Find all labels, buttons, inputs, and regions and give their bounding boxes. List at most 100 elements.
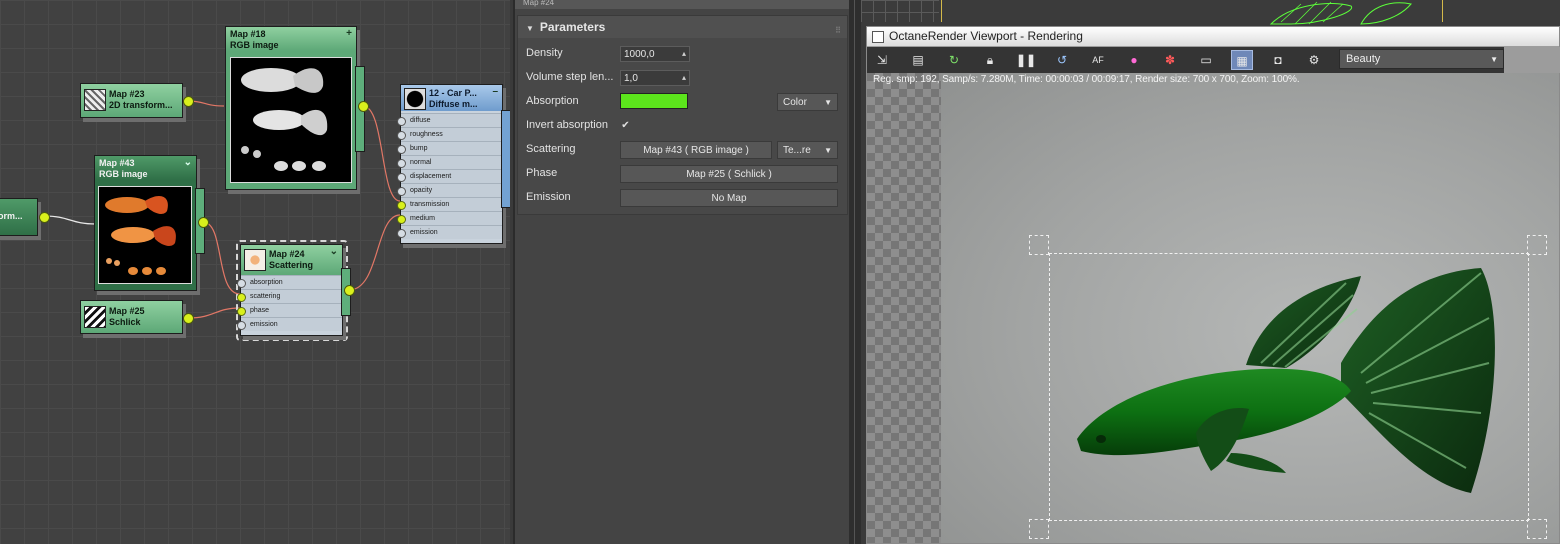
viewport-grid: [861, 0, 939, 22]
slot-scattering[interactable]: scattering: [237, 289, 342, 303]
spinner-arrows-icon[interactable]: ▴: [682, 46, 686, 62]
chevron-down-icon: ▼: [824, 146, 832, 155]
slot-phase[interactable]: phase: [237, 303, 342, 317]
fish-texture-white: [241, 68, 328, 171]
settings-icon[interactable]: ⚙: [1303, 50, 1325, 70]
density-spinner[interactable]: 1000,0 ▴: [620, 46, 690, 62]
collapse-icon[interactable]: –: [492, 86, 498, 97]
region-handle[interactable]: [1527, 519, 1547, 539]
slot-absorption[interactable]: absorption: [237, 275, 342, 289]
map-name-field[interactable]: Map #24: [515, 0, 851, 9]
absorption-color-swatch[interactable]: [620, 93, 688, 109]
export-icon[interactable]: ⇲: [871, 50, 893, 70]
restart-icon[interactable]: ↺: [1051, 50, 1073, 70]
toolbar-spacer: [1504, 47, 1560, 73]
render-pass-dropdown[interactable]: Beauty ▼: [1339, 49, 1504, 69]
node-map-18[interactable]: Map #18 RGB image +: [225, 26, 357, 190]
slot-normal[interactable]: normal: [397, 155, 502, 169]
collapse-icon[interactable]: ⌄: [330, 246, 338, 257]
node-editor[interactable]: form... Map #23 2D transform... Map #18 …: [0, 0, 510, 544]
film-icon[interactable]: ▦: [1231, 50, 1253, 70]
pause-icon[interactable]: ❚❚: [1015, 50, 1037, 70]
slot-roughness[interactable]: roughness: [397, 127, 502, 141]
output-port[interactable]: [183, 313, 194, 324]
input-port[interactable]: [397, 117, 406, 126]
node-map-23[interactable]: Map #23 2D transform...: [80, 83, 183, 118]
input-port[interactable]: [237, 321, 246, 330]
slot-medium[interactable]: medium: [397, 211, 502, 225]
absorption-mode-dropdown[interactable]: Color ▼: [777, 93, 838, 111]
camera-icon[interactable]: ◘: [1267, 50, 1289, 70]
input-port[interactable]: [237, 307, 246, 316]
region-handle[interactable]: [1527, 235, 1547, 255]
node-title: Map #24: [269, 249, 305, 259]
wire-map43-map24: [202, 221, 241, 295]
copy-icon[interactable]: ▤: [907, 50, 929, 70]
node-subtitle: RGB image: [230, 40, 279, 50]
window-title: OctaneRender Viewport - Rendering: [889, 29, 1083, 43]
region-icon[interactable]: ▭: [1195, 50, 1217, 70]
output-port[interactable]: [183, 96, 194, 107]
slot-emission[interactable]: emission: [237, 317, 342, 331]
scattering-map-button[interactable]: Map #43 ( RGB image ): [620, 141, 772, 159]
slot-opacity[interactable]: opacity: [397, 183, 502, 197]
node-title: Map #18: [230, 29, 266, 39]
output-port[interactable]: [358, 101, 369, 112]
wire-map25-map24: [187, 307, 241, 319]
octane-viewport-window[interactable]: OctaneRender Viewport - Rendering ⇲ ▤ ↻ …: [866, 26, 1560, 544]
region-handle[interactable]: [1029, 519, 1049, 539]
slot-transmission[interactable]: transmission: [397, 197, 502, 211]
spinner-arrows-icon[interactable]: ▴: [682, 70, 686, 86]
input-port[interactable]: [397, 201, 406, 210]
scattering-mode-dropdown[interactable]: Te...re ▼: [777, 141, 838, 159]
lock-icon[interactable]: 🔒︎: [979, 50, 1001, 70]
chevron-down-icon: ▼: [1490, 55, 1498, 64]
node-title: Map #23: [109, 89, 145, 99]
color-icon[interactable]: ●: [1123, 50, 1145, 70]
input-port[interactable]: [397, 159, 406, 168]
input-port[interactable]: [237, 293, 246, 302]
input-port[interactable]: [397, 173, 406, 182]
input-port[interactable]: [397, 131, 406, 140]
phase-map-button[interactable]: Map #25 ( Schlick ): [620, 165, 838, 183]
panel-splitter[interactable]: [849, 0, 861, 544]
node-transform-partial[interactable]: form...: [0, 198, 38, 236]
emission-map-button[interactable]: No Map: [620, 189, 838, 207]
node-title: Map #25: [109, 306, 145, 316]
clay-icon[interactable]: ✽: [1159, 50, 1181, 70]
label-scattering: Scattering: [526, 143, 576, 155]
output-port[interactable]: [39, 212, 50, 223]
render-area[interactable]: Reg. smp: 192, Samp/s: 7.280M, Time: 00:…: [867, 73, 1559, 543]
input-port[interactable]: [397, 187, 406, 196]
input-port[interactable]: [397, 229, 406, 238]
output-port[interactable]: [344, 285, 355, 296]
render-region-rect[interactable]: [1049, 253, 1529, 521]
node-map-24[interactable]: Map #24 Scattering ⌄ absorption scatteri…: [237, 244, 343, 336]
slot-displacement[interactable]: displacement: [397, 169, 502, 183]
region-handle[interactable]: [1029, 235, 1049, 255]
node-map-43[interactable]: Map #43 RGB image ⌄: [94, 155, 197, 291]
render-image: [941, 73, 1559, 543]
input-port[interactable]: [397, 215, 406, 224]
viewport-toolbar: ⇲ ▤ ↻ 🔒︎ ❚❚ ↺ AF ● ✽ ▭ ▦ ◘ ⚙ Beauty ▼: [867, 47, 1560, 73]
focus-icon[interactable]: AF: [1087, 50, 1109, 70]
invert-absorption-checkbox[interactable]: ✔: [620, 120, 631, 131]
window-title-bar[interactable]: OctaneRender Viewport - Rendering: [867, 27, 1559, 47]
volume-step-spinner[interactable]: 1,0 ▴: [620, 70, 690, 86]
output-port[interactable]: [198, 217, 209, 228]
node-material[interactable]: 12 - Car P... Diffuse m... – diffuse rou…: [397, 84, 503, 244]
label-invert-absorption: Invert absorption: [526, 119, 608, 131]
slot-emission[interactable]: emission: [397, 225, 502, 239]
transform-icon: [84, 89, 106, 111]
input-port[interactable]: [397, 145, 406, 154]
render-pass-value: Beauty: [1346, 53, 1381, 65]
rollout-header[interactable]: ▼ Parameters ⠿: [518, 16, 847, 38]
viewport-3d-slice[interactable]: [861, 0, 1560, 26]
collapse-icon[interactable]: ⌄: [184, 157, 192, 168]
expand-icon[interactable]: +: [346, 28, 352, 39]
slot-bump[interactable]: bump: [397, 141, 502, 155]
input-port[interactable]: [237, 279, 246, 288]
refresh-icon[interactable]: ↻: [943, 50, 965, 70]
node-map-25[interactable]: Map #25 Schlick: [80, 300, 183, 334]
slot-diffuse[interactable]: diffuse: [397, 113, 502, 127]
